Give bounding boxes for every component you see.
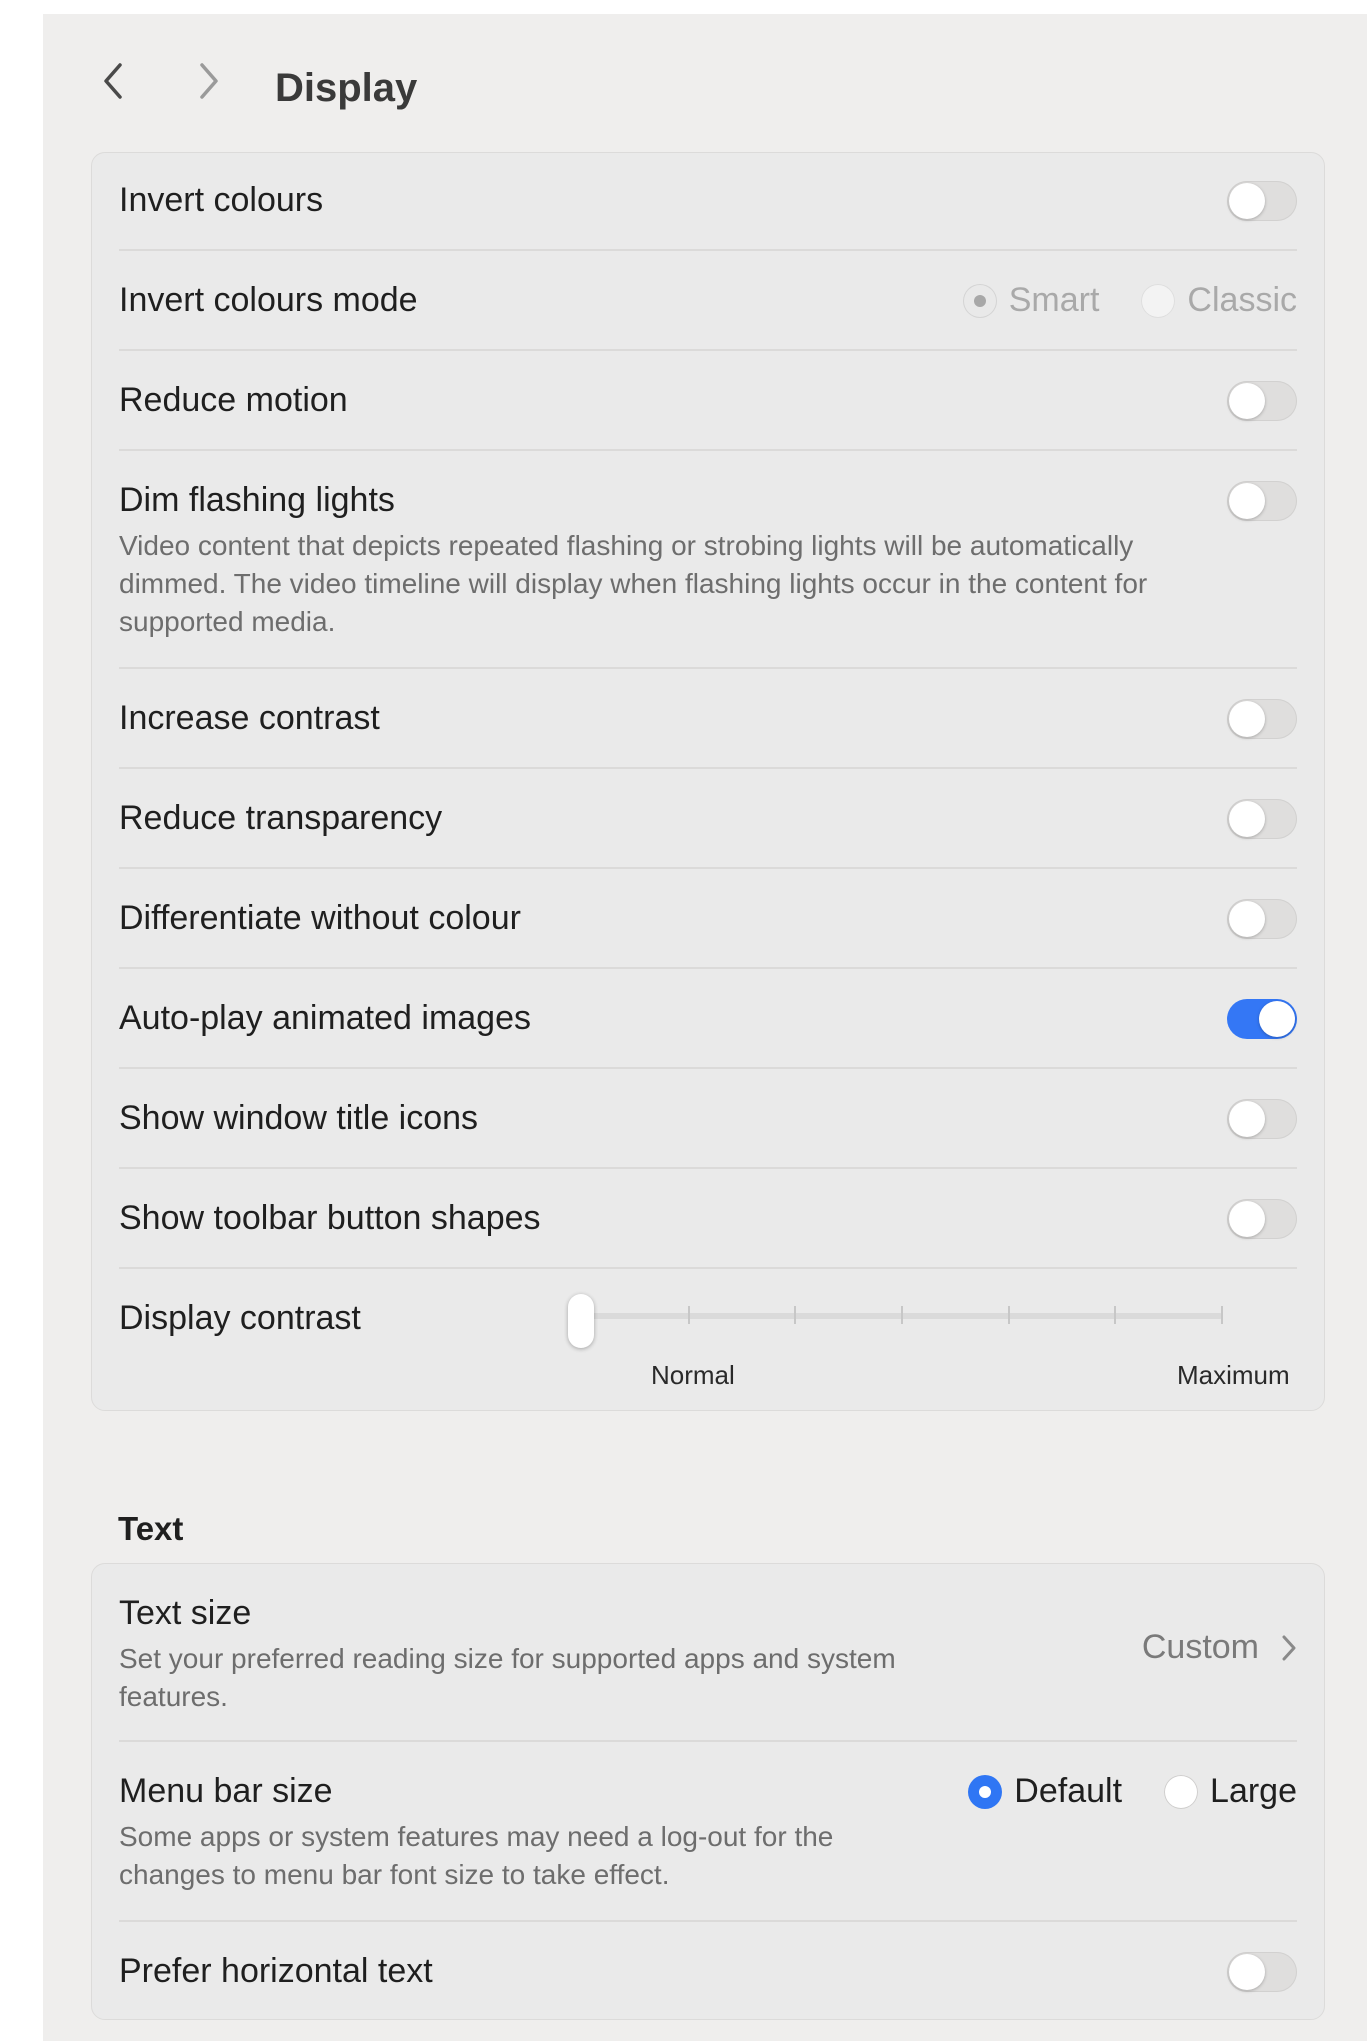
toggle-knob <box>1229 1101 1265 1137</box>
slider-tick <box>1007 1306 1010 1324</box>
section-heading-text: Text <box>118 1510 184 1547</box>
toggle-knob <box>1229 901 1265 937</box>
slider-min-label: Normal <box>651 1360 735 1390</box>
toggle-knob <box>1229 1954 1265 1990</box>
radio-label: Smart <box>1008 281 1100 319</box>
row-label: Menu bar size <box>119 1772 333 1810</box>
radio-large[interactable]: Large <box>1164 1772 1297 1811</box>
row-label: Prefer horizontal text <box>119 1952 433 1990</box>
row-reduce-transparency: Reduce transparency <box>119 769 1297 869</box>
row-label: Show window title icons <box>119 1099 479 1137</box>
row-show-toolbar-button-shapes: Show toolbar button shapes <box>119 1169 1297 1269</box>
row-description: Video content that depicts repeated flas… <box>119 530 1148 637</box>
invert-mode-radio-group: Smart Classic <box>921 281 1297 320</box>
chevron-right-icon <box>200 63 218 99</box>
slider-tick <box>1114 1306 1117 1324</box>
radio-circle-selected <box>968 1774 1003 1809</box>
radio-smart[interactable]: Smart <box>962 281 1100 320</box>
text-settings-card: Text size Set your preferred reading siz… <box>91 1563 1325 2020</box>
row-show-window-title-icons: Show window title icons <box>119 1069 1297 1169</box>
display-settings-card: Invert colours Invert colours mode Smart… <box>91 152 1325 1411</box>
row-text-size[interactable]: Text size Set your preferred reading siz… <box>119 1564 1297 1742</box>
slider-tick <box>1221 1306 1223 1324</box>
back-button[interactable] <box>88 56 138 106</box>
radio-circle <box>1141 283 1176 318</box>
radio-classic[interactable]: Classic <box>1141 281 1297 320</box>
text-size-value[interactable]: Custom <box>1142 1628 1297 1667</box>
radio-label: Large <box>1210 1772 1297 1810</box>
radio-circle <box>1164 1774 1199 1809</box>
slider-thumb[interactable] <box>568 1294 594 1348</box>
invert-colours-toggle[interactable] <box>1227 181 1297 221</box>
radio-default[interactable]: Default <box>968 1772 1122 1811</box>
row-label: Dim flashing lights <box>119 481 395 519</box>
row-label: Auto-play animated images <box>119 999 532 1037</box>
differentiate-without-colour-toggle[interactable] <box>1227 899 1297 939</box>
slider-track <box>568 1313 1223 1319</box>
prefer-horizontal-text-toggle[interactable] <box>1227 1952 1297 1992</box>
page-title: Display <box>275 66 418 110</box>
toggle-knob <box>1259 1001 1295 1037</box>
text-size-value-label: Custom <box>1141 1628 1259 1666</box>
row-label: Invert colours <box>119 181 324 219</box>
settings-window: Display Invert colours Invert colours mo… <box>43 14 1367 2041</box>
row-increase-contrast: Increase contrast <box>119 669 1297 769</box>
radio-label: Classic <box>1187 281 1297 319</box>
menu-bar-size-radio-group: Default Large <box>926 1772 1297 1811</box>
row-description: Set your preferred reading size for supp… <box>119 1643 896 1712</box>
row-invert-colours-mode: Invert colours mode Smart Classic <box>119 251 1297 351</box>
slider-tick <box>794 1306 797 1324</box>
toggle-knob <box>1229 701 1265 737</box>
slider-tick <box>687 1306 690 1324</box>
reduce-transparency-toggle[interactable] <box>1227 799 1297 839</box>
chevron-left-icon <box>104 63 122 99</box>
row-label: Reduce transparency <box>119 799 443 837</box>
row-prefer-horizontal-text: Prefer horizontal text <box>119 1922 1297 2021</box>
radio-label: Default <box>1014 1772 1123 1810</box>
row-label: Display contrast <box>119 1299 361 1337</box>
row-reduce-motion: Reduce motion <box>119 351 1297 451</box>
row-description: Some apps or system features may need a … <box>119 1821 834 1890</box>
slider-tick <box>901 1306 903 1324</box>
auto-play-animated-images-toggle[interactable] <box>1227 999 1297 1039</box>
dim-flashing-lights-toggle[interactable] <box>1227 481 1297 521</box>
row-menu-bar-size: Menu bar size Some apps or system featur… <box>119 1742 1297 1922</box>
toggle-knob <box>1229 383 1265 419</box>
row-label: Increase contrast <box>119 699 380 737</box>
increase-contrast-toggle[interactable] <box>1227 699 1297 739</box>
row-label: Differentiate without colour <box>119 899 521 937</box>
row-dim-flashing-lights: Dim flashing lights Video content that d… <box>119 451 1297 669</box>
toggle-knob <box>1229 801 1265 837</box>
display-contrast-slider[interactable] <box>568 1288 1223 1348</box>
row-invert-colours: Invert colours <box>119 153 1297 251</box>
row-auto-play-animated-images: Auto-play animated images <box>119 969 1297 1069</box>
show-window-title-icons-toggle[interactable] <box>1227 1099 1297 1139</box>
toggle-knob <box>1229 1201 1265 1237</box>
row-label: Show toolbar button shapes <box>119 1199 541 1237</box>
toggle-knob <box>1229 183 1265 219</box>
forward-button[interactable] <box>184 56 234 106</box>
chevron-right-icon <box>1282 1635 1296 1660</box>
slider-max-label: Maximum <box>1177 1360 1290 1390</box>
row-label: Text size <box>119 1594 252 1632</box>
row-differentiate-without-colour: Differentiate without colour <box>119 869 1297 969</box>
show-toolbar-button-shapes-toggle[interactable] <box>1227 1199 1297 1239</box>
row-label: Reduce motion <box>119 381 348 419</box>
reduce-motion-toggle[interactable] <box>1227 381 1297 421</box>
toggle-knob <box>1229 483 1265 519</box>
header: Display <box>43 14 1367 144</box>
radio-circle-selected <box>962 283 997 318</box>
row-label: Invert colours mode <box>119 281 418 319</box>
